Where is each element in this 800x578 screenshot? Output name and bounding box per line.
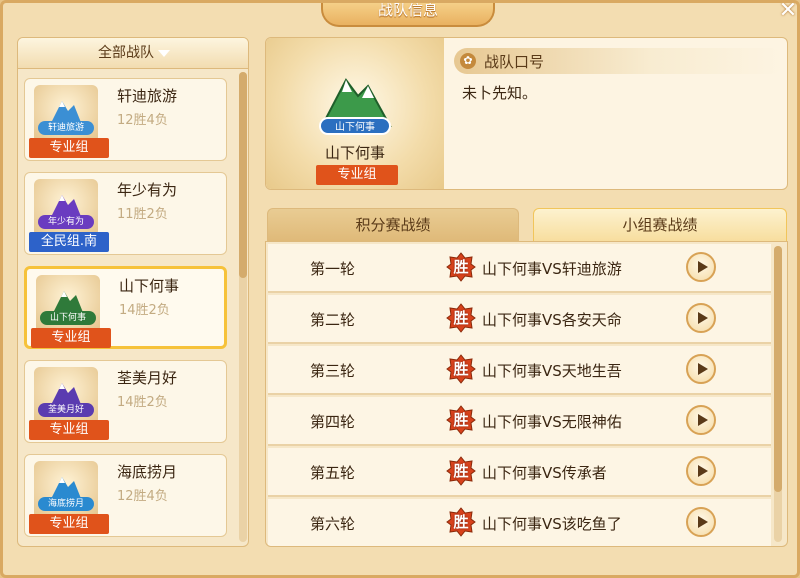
team-emblem-text: 荃美月好 xyxy=(38,403,94,417)
match-text: 山下何事VS各安天命 xyxy=(482,311,622,329)
win-badge: 胜 xyxy=(446,252,476,282)
team-emblem-text: 年少有为 xyxy=(38,215,94,229)
win-badge: 胜 xyxy=(446,507,476,537)
team-info-card: 山下何事 山下何事 专业组 ✿ 战队口号 未卜先知。 xyxy=(265,37,788,190)
team-logo: 山下何事 xyxy=(36,275,100,333)
match-row: 第一轮 胜山下何事VS轩迪旅游 xyxy=(268,244,771,293)
team-logo-panel: 山下何事 山下何事 专业组 xyxy=(266,38,444,189)
match-row: 第四轮 胜山下何事VS无限神佑 xyxy=(268,397,771,446)
team-name: 海底捞月 xyxy=(117,463,178,481)
team-record: 12胜4负 xyxy=(117,113,168,128)
win-badge: 胜 xyxy=(446,303,476,333)
team-logo: 年少有为 xyxy=(34,179,98,237)
results-scroll-thumb[interactable] xyxy=(774,246,782,492)
win-label: 胜 xyxy=(453,309,469,327)
win-badge: 胜 xyxy=(446,354,476,384)
slogan-text: 未卜先知。 xyxy=(462,84,538,102)
win-label: 胜 xyxy=(453,411,469,429)
play-replay-button[interactable] xyxy=(686,456,716,486)
team-info-window: 战队信息 ✕ 全部战队 轩迪旅游 轩迪旅游 12胜4负 专业组 年少有为 年少有为 11胜2… xyxy=(0,0,800,578)
match-text: 山下何事VS该吃鱼了 xyxy=(482,515,622,533)
match-row: 第二轮 胜山下何事VS各安天命 xyxy=(268,295,771,344)
team-logo: 海底捞月 xyxy=(34,461,98,519)
tab-points[interactable]: 积分赛战绩 xyxy=(267,208,519,242)
team-filter-label: 全部战队 xyxy=(98,45,154,61)
slogan-header: ✿ 战队口号 xyxy=(454,48,784,74)
match-row: 第五轮 胜山下何事VS传承者 xyxy=(268,448,771,497)
mountain-emblem-icon: 山下何事 xyxy=(319,78,392,135)
play-replay-button[interactable] xyxy=(686,252,716,282)
play-replay-button[interactable] xyxy=(686,507,716,537)
team-emblem-text: 海底捞月 xyxy=(38,497,94,511)
match-row: 第六轮 胜山下何事VS该吃鱼了 xyxy=(268,499,771,546)
team-name: 山下何事 xyxy=(119,277,180,295)
team-card[interactable]: 年少有为 年少有为 11胜2负 全民组.南 xyxy=(24,172,227,255)
team-name: 山下何事 xyxy=(324,144,385,162)
match-row: 第三轮 胜山下何事VS天地生吾 xyxy=(268,346,771,395)
team-record: 14胜2负 xyxy=(117,395,168,410)
team-list-scroll-thumb[interactable] xyxy=(239,72,247,278)
group-badge: 全民组.南 xyxy=(29,232,109,252)
match-text: 山下何事VS传承者 xyxy=(482,464,607,482)
team-record: 11胜2负 xyxy=(117,207,168,222)
match-text: 山下何事VS无限神佑 xyxy=(482,413,622,431)
team-logo: 荃美月好 xyxy=(34,367,98,425)
team-name: 轩迪旅游 xyxy=(117,87,178,105)
team-card[interactable]: 山下何事 山下何事 14胜2负 专业组 xyxy=(24,266,227,349)
group-badge: 专业组 xyxy=(29,514,109,534)
team-emblem-text: 山下何事 xyxy=(40,311,96,325)
round-label: 第二轮 xyxy=(310,311,356,329)
team-emblem-text: 轩迪旅游 xyxy=(38,121,94,135)
round-label: 第六轮 xyxy=(310,515,356,533)
tab-group-stage[interactable]: 小组赛战绩 xyxy=(533,208,787,242)
win-badge: 胜 xyxy=(446,456,476,486)
info-emblem-text: 山下何事 xyxy=(335,120,375,133)
round-label: 第四轮 xyxy=(310,413,356,431)
team-name: 年少有为 xyxy=(117,181,178,199)
team-list-panel: 全部战队 轩迪旅游 轩迪旅游 12胜4负 专业组 年少有为 年少有为 11胜2负 全民组.南山… xyxy=(17,37,249,547)
win-badge: 胜 xyxy=(446,405,476,435)
team-logo: 轩迪旅游 xyxy=(34,85,98,143)
win-label: 胜 xyxy=(453,360,469,378)
round-label: 第三轮 xyxy=(310,362,356,380)
match-text: 山下何事VS轩迪旅游 xyxy=(482,260,622,278)
team-record: 14胜2负 xyxy=(119,303,170,318)
group-badge: 专业组 xyxy=(29,138,109,158)
team-name: 荃美月好 xyxy=(117,369,178,387)
match-results-panel: 第一轮胜山下何事VS轩迪旅游 第二轮胜山下何事VS各安天命 第三轮胜山下何事VS天地… xyxy=(265,241,788,547)
group-badge: 专业组 xyxy=(316,165,398,185)
window-title: 战队信息 xyxy=(321,3,495,27)
round-label: 第一轮 xyxy=(310,260,356,278)
play-replay-button[interactable] xyxy=(686,405,716,435)
win-label: 胜 xyxy=(453,462,469,480)
group-badge: 专业组 xyxy=(29,420,109,440)
group-badge: 专业组 xyxy=(31,328,111,348)
round-label: 第五轮 xyxy=(310,464,356,482)
win-label: 胜 xyxy=(453,258,469,276)
play-replay-button[interactable] xyxy=(686,303,716,333)
chevron-down-icon xyxy=(158,49,170,57)
scroll-icon: ✿ xyxy=(460,53,476,69)
slogan-title: 战队口号 xyxy=(484,53,545,71)
team-card[interactable]: 荃美月好 荃美月好 14胜2负 专业组 xyxy=(24,360,227,443)
team-card[interactable]: 轩迪旅游 轩迪旅游 12胜4负 专业组 xyxy=(24,78,227,161)
team-record: 12胜4负 xyxy=(117,489,168,504)
play-replay-button[interactable] xyxy=(686,354,716,384)
close-icon[interactable]: ✕ xyxy=(773,3,797,23)
team-filter-dropdown[interactable]: 全部战队 xyxy=(18,38,248,69)
win-label: 胜 xyxy=(453,513,469,531)
team-card[interactable]: 海底捞月 海底捞月 12胜4负 专业组 xyxy=(24,454,227,537)
match-text: 山下何事VS天地生吾 xyxy=(482,362,622,380)
